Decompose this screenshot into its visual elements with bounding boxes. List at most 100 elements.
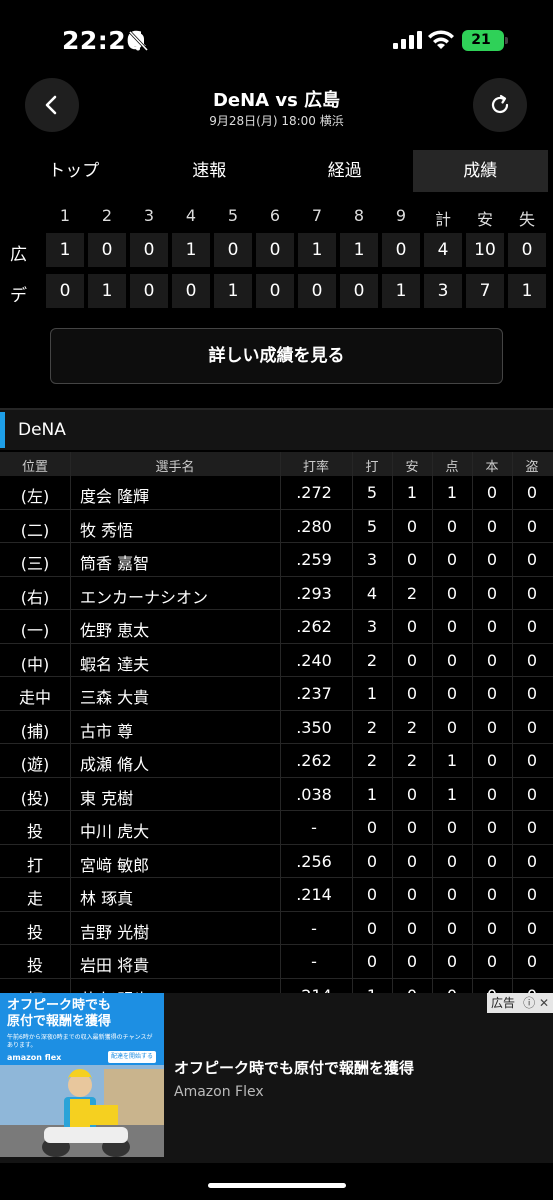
player-name[interactable]: 古市 尊	[80, 718, 280, 742]
wifi-icon	[428, 30, 454, 49]
player-name[interactable]: 吉野 光樹	[80, 919, 280, 943]
hits: 0	[406, 818, 418, 837]
refresh-button[interactable]	[473, 78, 527, 132]
rbi: 1	[446, 483, 458, 502]
linescore-header-cell: 1	[59, 206, 71, 225]
table-row[interactable]: (遊) 成瀬 脩人 .262 2 2 1 0 0	[0, 744, 553, 778]
table-row[interactable]: 走中 三森 大貴 .237 1 0 0 0 0	[0, 677, 553, 711]
ad-label[interactable]: 広告 ⓘ ✕	[487, 993, 553, 1013]
detailed-stats-button[interactable]: 詳しい成績を見る	[50, 328, 503, 384]
linescore-header-cell: 計	[434, 210, 451, 229]
batting-average: -	[311, 818, 317, 837]
ad-label-text: 広告	[491, 996, 516, 1010]
ad-title[interactable]: オフピーク時でも原付で報酬を獲得	[174, 1057, 414, 1078]
linescore-cell: 0	[508, 233, 546, 267]
column-divider	[472, 452, 473, 993]
player-name[interactable]: 井上 明也	[80, 986, 280, 994]
batting-average: .214	[296, 885, 332, 904]
header-player-name: 選手名	[155, 460, 195, 475]
stolen-bases: 0	[526, 717, 538, 737]
column-divider	[512, 452, 513, 993]
linescore-cell: 1	[340, 233, 378, 267]
stolen-bases: 0	[526, 885, 538, 904]
hits: 0	[406, 918, 418, 938]
stolen-bases: 0	[526, 583, 538, 603]
table-row[interactable]: (投) 東 克樹 .038 1 0 1 0 0	[0, 778, 553, 811]
hits: 0	[406, 851, 418, 871]
player-name[interactable]: 岩田 将貴	[80, 952, 280, 976]
table-row[interactable]: (中) 蝦名 達夫 .240 2 0 0 0 0	[0, 644, 553, 677]
player-name[interactable]: エンカーナシオン	[80, 584, 280, 608]
linescore-header-cell: 3	[143, 206, 155, 225]
linescore-row: 広 1 0 0 1 0 0 1 1 0 4 10 0	[0, 232, 553, 270]
column-divider	[352, 452, 353, 993]
stolen-bases: 0	[526, 550, 538, 569]
player-name[interactable]: 東 克樹	[80, 785, 280, 809]
table-row[interactable]: (二) 牧 秀悟 .280 5 0 0 0 0	[0, 510, 553, 543]
table-row[interactable]: (一) 佐野 恵太 .262 3 0 0 0 0	[0, 610, 553, 644]
tab-live[interactable]: 速報	[142, 150, 278, 192]
ad-banner[interactable]: オフピーク時でも 原付で報酬を獲得 午前6時から深夜0時までの収入最新獲得のチャ…	[0, 993, 553, 1163]
table-row[interactable]: (三) 筒香 嘉智 .259 3 0 0 0 0	[0, 543, 553, 577]
linescore-cell: 4	[424, 233, 462, 267]
home-indicator[interactable]	[208, 1183, 346, 1188]
home-runs: 0	[486, 751, 498, 770]
table-row[interactable]: (捕) 古市 尊 .350 2 2 0 0 0	[0, 711, 553, 744]
header-position: 位置	[21, 460, 48, 475]
table-row[interactable]: (右) エンカーナシオン .293 4 2 0 0 0	[0, 577, 553, 610]
stolen-bases: 0	[526, 918, 538, 938]
ad-image-button: 配達を開始する	[108, 1051, 156, 1063]
home-runs: 0	[486, 650, 498, 670]
home-runs: 0	[486, 550, 498, 569]
linescore-header-cell: 7	[311, 206, 323, 225]
rbi: 0	[446, 717, 458, 737]
player-name[interactable]: 中川 虎大	[80, 818, 280, 842]
player-name[interactable]: 筒香 嘉智	[80, 550, 280, 574]
column-divider	[70, 452, 71, 993]
player-name[interactable]: 牧 秀悟	[80, 517, 280, 541]
tab-stats[interactable]: 成績	[412, 150, 548, 192]
header-average: 打率	[302, 460, 329, 475]
tab-progress[interactable]: 経過	[277, 150, 413, 192]
linescore-cell: 3	[424, 274, 462, 308]
player-name[interactable]: 度会 隆輝	[80, 483, 280, 507]
linescore-header-cell: 8	[353, 206, 365, 225]
table-row[interactable]: 打井上 明也.21410000	[0, 979, 553, 994]
table-row[interactable]: (左) 度会 隆輝 .272 5 1 1 0 0	[0, 476, 553, 510]
linescore: 123456789計安失 広 1 0 0 1 0 0 1 1 0 4 10 0 デ 010010001…	[0, 198, 553, 314]
linescore-cell: 0	[256, 233, 294, 267]
stolen-bases: 0	[526, 818, 538, 837]
linescore-cell: 0	[46, 274, 84, 308]
player-name[interactable]: 佐野 恵太	[80, 617, 280, 641]
player-name[interactable]: 蝦名 達夫	[80, 651, 280, 675]
team-section-header: DeNA	[0, 410, 553, 450]
home-runs: 0	[486, 885, 498, 904]
tab-top[interactable]: トップ	[6, 150, 142, 192]
batting-average: .256	[296, 851, 332, 871]
ad-close-icon[interactable]: ⓘ ✕	[523, 993, 549, 1013]
linescore-team: 広	[10, 245, 27, 265]
batting-average: .240	[296, 650, 332, 670]
player-name[interactable]: 林 琢真	[80, 885, 280, 909]
table-row[interactable]: 走 林 琢真 .214 0 0 0 0 0	[0, 878, 553, 912]
hits: 0	[406, 650, 418, 670]
bell-slash-icon	[128, 30, 149, 52]
player-position: (三)	[20, 554, 50, 573]
player-name[interactable]: 宮﨑 敏郎	[80, 852, 280, 876]
batting-average: .262	[296, 617, 332, 636]
batting-average: .038	[296, 784, 332, 804]
stolen-bases: 0	[526, 617, 538, 636]
table-row[interactable]: 打 宮﨑 敏郎 .256 0 0 0 0 0	[0, 845, 553, 878]
player-name[interactable]: 三森 大貴	[80, 684, 280, 708]
table-row[interactable]: 投 中川 虎大 - 0 0 0 0 0	[0, 811, 553, 845]
ad-image[interactable]: オフピーク時でも 原付で報酬を獲得 午前6時から深夜0時までの収入最新獲得のチャ…	[0, 993, 164, 1157]
table-row[interactable]: 投 吉野 光樹 - 0 0 0 0 0	[0, 912, 553, 945]
player-name[interactable]: 成瀬 脩人	[80, 751, 280, 775]
player-position: 打	[26, 855, 43, 875]
refresh-icon	[491, 94, 509, 114]
rbi: 0	[446, 516, 458, 536]
player-position: (遊)	[20, 755, 50, 774]
hits: 0	[406, 885, 418, 904]
player-position: (一)	[20, 621, 50, 640]
table-row[interactable]: 投 岩田 将貴 - 0 0 0 0 0	[0, 945, 553, 979]
